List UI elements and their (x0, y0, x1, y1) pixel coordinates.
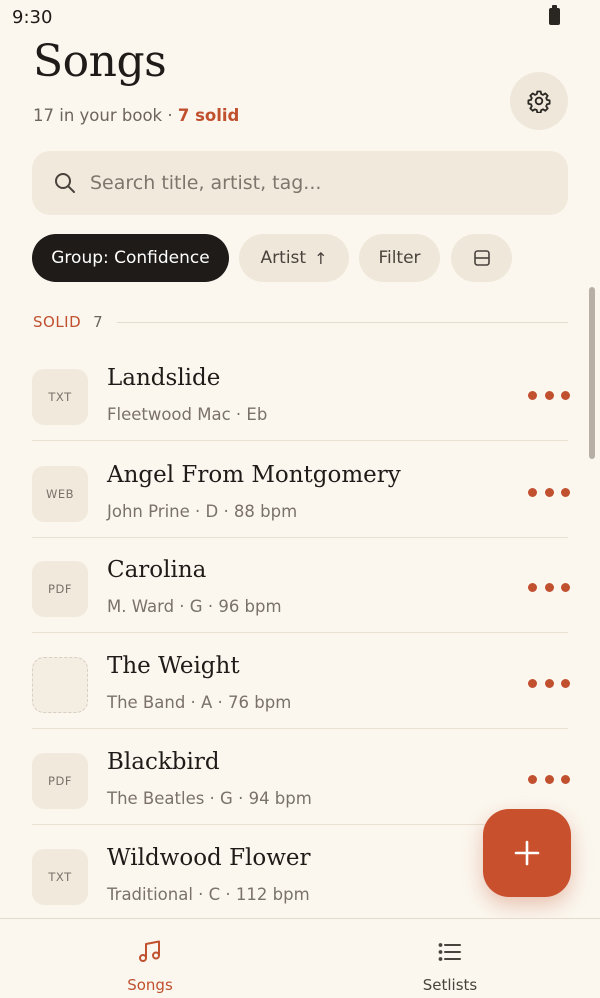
section-header-solid: SOLID 7 (33, 312, 568, 332)
more-options-button[interactable] (528, 671, 570, 695)
song-meta: Traditional · C · 112 bpm (107, 885, 310, 904)
song-title: Angel From Montgomery (107, 462, 401, 488)
sort-chip[interactable]: Artist ↑ (239, 234, 349, 282)
group-chip-label: Group: Confidence (51, 248, 210, 268)
page-subtitle: 17 in your book · 7 solid (33, 106, 239, 125)
song-meta: Fleetwood Mac · Eb (107, 405, 268, 424)
filter-chip-label: Filter (378, 248, 421, 268)
battery-icon (549, 5, 560, 25)
row-divider (32, 440, 568, 441)
scrollbar-thumb[interactable] (589, 287, 595, 459)
music-note-icon (139, 940, 160, 962)
arrow-up-icon: ↑ (314, 248, 328, 268)
song-row-angel-from-montgomery[interactable]: WEB Angel From Montgomery John Prine · D… (32, 442, 570, 538)
song-meta: M. Ward · G · 96 bpm (107, 597, 282, 616)
search-icon (55, 173, 75, 193)
song-count: 17 in your book (33, 106, 163, 125)
layout-toggle-icon (473, 250, 490, 266)
file-type-badge: TXT (32, 849, 88, 905)
gear-icon (527, 90, 551, 113)
nav-item-songs[interactable]: Songs (0, 919, 300, 998)
filter-chip[interactable]: Filter (359, 234, 440, 282)
nav-label-setlists: Setlists (422, 976, 478, 994)
settings-button[interactable] (510, 72, 568, 130)
page-title: Songs (33, 36, 167, 87)
search-input[interactable] (90, 151, 550, 215)
section-divider (116, 321, 568, 323)
file-type-badge: PDF (32, 753, 88, 809)
list-icon (438, 943, 461, 961)
more-options-button[interactable] (528, 480, 570, 504)
song-title: Carolina (107, 557, 207, 583)
file-type-badge: TXT (32, 369, 88, 425)
song-title: Wildwood Flower (107, 845, 311, 871)
nav-item-setlists[interactable]: Setlists (300, 919, 600, 998)
sort-chip-label: Artist (260, 248, 307, 268)
more-options-button[interactable] (528, 767, 570, 791)
file-type-badge: PDF (32, 561, 88, 617)
status-time: 9:30 (12, 7, 53, 28)
file-type-badge: WEB (32, 466, 88, 522)
song-title: Blackbird (107, 749, 220, 775)
more-options-button[interactable] (528, 383, 570, 407)
song-row-carolina[interactable]: PDF Carolina M. Ward · G · 96 bpm (32, 537, 570, 633)
add-song-button[interactable] (483, 809, 571, 897)
song-title: The Weight (107, 653, 240, 679)
song-meta: The Beatles · G · 94 bpm (107, 789, 312, 808)
section-count: 7 (93, 313, 103, 331)
plus-icon (514, 840, 540, 866)
song-meta: The Band · A · 76 bpm (107, 693, 292, 712)
more-options-button[interactable] (528, 575, 570, 599)
section-label: SOLID (33, 313, 82, 331)
song-row-landslide[interactable]: TXT Landslide Fleetwood Mac · Eb (32, 345, 570, 441)
song-row-the-weight[interactable]: The Weight The Band · A · 76 bpm (32, 633, 570, 729)
bottom-navigation: Songs Setlists (0, 918, 600, 998)
group-chip[interactable]: Group: Confidence (32, 234, 229, 282)
nav-label-songs: Songs (127, 976, 173, 994)
song-meta: John Prine · D · 88 bpm (107, 502, 298, 521)
song-row-blackbird[interactable]: PDF Blackbird The Beatles · G · 94 bpm (32, 729, 570, 825)
layout-toggle-button[interactable] (451, 234, 512, 282)
song-title: Landslide (107, 365, 221, 391)
solid-count: 7 solid (177, 106, 240, 125)
status-bar: 9:30 (0, 0, 600, 36)
file-type-badge-empty (32, 657, 88, 713)
subtitle-separator: · (162, 106, 178, 125)
search-bar[interactable] (32, 151, 568, 215)
